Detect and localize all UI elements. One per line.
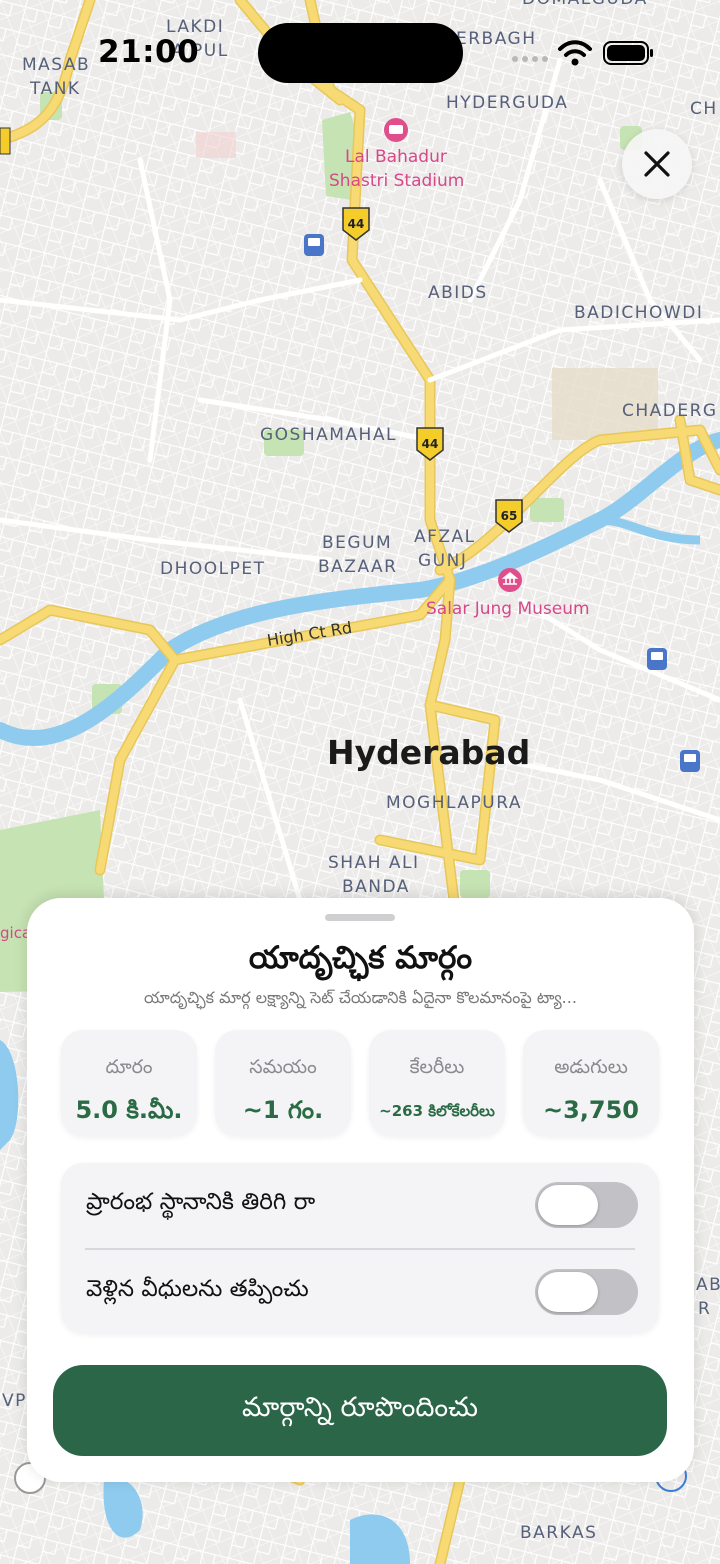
metric-value: ~263 కిలోకేలరీలు bbox=[379, 1102, 495, 1120]
sheet-subtitle: యాదృచ్ఛిక మార్గ లక్ష్యాన్ని సెట్ చేయడాని… bbox=[144, 988, 577, 1007]
map-label-vp: VP bbox=[2, 1391, 27, 1411]
metric-value: ~3,750 bbox=[542, 1096, 640, 1124]
random-route-sheet: యాదృచ్ఛిక మార్గం యాదృచ్ఛిక మార్గ లక్ష్యా… bbox=[27, 898, 694, 1482]
map-label-stadium: Lal Bahadur bbox=[345, 147, 447, 167]
avoid-visited-streets-toggle[interactable] bbox=[535, 1269, 638, 1315]
metric-label: అడుగులు bbox=[554, 1056, 628, 1078]
toggle-knob bbox=[538, 1272, 598, 1312]
dynamic-island bbox=[258, 23, 463, 83]
map-label-shah-ali-banda: SHAH ALI bbox=[328, 853, 420, 873]
status-bar: 21:00 bbox=[0, 0, 720, 100]
metric-value: ~1 గం. bbox=[242, 1096, 324, 1124]
wifi-icon bbox=[558, 40, 592, 66]
return-to-start-toggle[interactable] bbox=[535, 1182, 638, 1228]
metric-card-steps[interactable]: అడుగులు ~3,750 bbox=[523, 1030, 659, 1136]
map-label-begum-bazaar: BEGUM bbox=[322, 533, 392, 553]
battery-icon bbox=[603, 41, 653, 65]
map-label-shah-ali-banda: BANDA bbox=[342, 877, 410, 897]
map-label-salar-jung: Salar Jung Museum bbox=[426, 599, 590, 619]
map-label-abids: ABIDS bbox=[428, 283, 488, 303]
map-label-ab: AB bbox=[696, 1275, 720, 1295]
metric-card-calories[interactable]: కేలరీలు ~263 కిలోకేలరీలు bbox=[369, 1030, 505, 1136]
svg-text:44: 44 bbox=[422, 437, 439, 451]
map-label-chaderghat: CHADERG bbox=[622, 401, 718, 421]
svg-text:65: 65 bbox=[501, 509, 518, 523]
map-label-moghlapura: MOGHLAPURA bbox=[386, 793, 522, 813]
metric-label: కేలరీలు bbox=[409, 1056, 465, 1078]
map-label-dhoolpet: DHOOLPET bbox=[160, 559, 265, 579]
map-label-barkas: BARKAS bbox=[520, 1523, 597, 1543]
metric-cards: దూరం 5.0 కి.మీ. సమయం ~1 గం. కేలరీలు ~263… bbox=[61, 1030, 661, 1136]
option-avoid-visited: వెళ్లిన వీధులను తప్పించు bbox=[61, 1250, 659, 1335]
map-label-ab: R bbox=[698, 1299, 711, 1319]
metric-card-time[interactable]: సమయం ~1 గం. bbox=[215, 1030, 351, 1136]
status-time: 21:00 bbox=[98, 34, 200, 70]
generate-route-button[interactable]: మార్గాన్ని రూపొందించు bbox=[53, 1365, 667, 1456]
svg-text:44: 44 bbox=[348, 217, 365, 231]
toggle-knob bbox=[538, 1185, 598, 1225]
metric-label: సమయం bbox=[249, 1056, 317, 1078]
route-options: ప్రారంభ స్థానానికి తిరిగి రా వెళ్లిన వీధ… bbox=[61, 1163, 659, 1333]
metric-value: 5.0 కి.మీ. bbox=[75, 1096, 183, 1124]
metric-label: దూరం bbox=[105, 1056, 153, 1078]
map-label-begum-bazaar: BAZAAR bbox=[318, 557, 397, 577]
map-label-ch: CH bbox=[690, 99, 718, 119]
map-label-afzal-gunj: GUNJ bbox=[418, 551, 467, 571]
option-label: వెళ్లిన వీధులను తప్పించు bbox=[86, 1276, 309, 1302]
sheet-grabber[interactable] bbox=[325, 914, 395, 921]
museum-icon bbox=[498, 568, 522, 592]
close-icon bbox=[644, 151, 670, 177]
sheet-title: యాదృచ్ఛిక మార్గం bbox=[248, 940, 473, 976]
option-label: ప్రారంభ స్థానానికి తిరిగి రా bbox=[86, 1189, 316, 1215]
map-label-goshamahal: GOSHAMAHAL bbox=[260, 425, 397, 445]
cellular-icon bbox=[512, 56, 548, 62]
option-return-to-start: ప్రారంభ స్థానానికి తిరిగి రా bbox=[61, 1163, 659, 1248]
metric-card-distance[interactable]: దూరం 5.0 కి.మీ. bbox=[61, 1030, 197, 1136]
map-label-afzal-gunj: AFZAL bbox=[414, 527, 476, 547]
map-label-city: Hyderabad bbox=[327, 733, 530, 772]
map-label-badichowdi: BADICHOWDI bbox=[574, 303, 703, 323]
stadium-icon bbox=[384, 118, 408, 142]
map-label-stadium: Shastri Stadium bbox=[329, 171, 464, 191]
close-button[interactable] bbox=[622, 129, 692, 199]
